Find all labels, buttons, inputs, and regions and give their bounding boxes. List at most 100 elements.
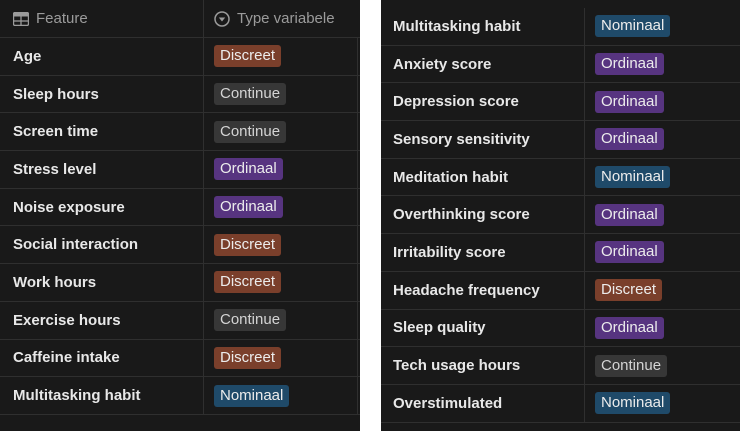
table-header: Feature Type variabele xyxy=(0,0,360,38)
table-row[interactable]: Meditation habit Nominaal xyxy=(381,158,740,197)
table-row[interactable]: Screen time Continue xyxy=(0,113,360,152)
column-divider xyxy=(357,226,358,264)
type-column-label: Type variabele xyxy=(237,10,335,27)
type-tag[interactable]: Ordinaal xyxy=(595,128,664,151)
table-row[interactable]: Stress level Ordinaal xyxy=(0,151,360,189)
feature-cell[interactable]: Overstimulated xyxy=(393,385,502,422)
feature-cell[interactable]: Meditation habit xyxy=(393,159,508,196)
feature-cell[interactable]: Multitasking habit xyxy=(393,8,521,45)
column-divider xyxy=(203,226,204,264)
column-divider xyxy=(357,38,358,75)
type-tag[interactable]: Ordinaal xyxy=(595,90,664,113)
type-tag[interactable]: Discreet xyxy=(214,45,282,68)
column-divider xyxy=(357,264,358,301)
type-tag[interactable]: Continue xyxy=(595,354,668,377)
type-tag[interactable]: Ordinaal xyxy=(214,158,283,181)
column-divider xyxy=(357,188,358,226)
feature-cell[interactable]: Multitasking habit xyxy=(13,377,141,414)
table-row[interactable]: Headache frequency Discreet xyxy=(381,271,740,310)
type-tag[interactable]: Discreet xyxy=(214,271,282,294)
table-body-left: Age Discreet Sleep hours Continue Screen tim… xyxy=(0,38,360,415)
column-divider xyxy=(203,377,204,414)
column-divider xyxy=(584,83,585,121)
column-divider xyxy=(203,339,204,377)
column-divider xyxy=(357,151,358,188)
type-tag[interactable]: Ordinaal xyxy=(595,241,664,264)
feature-cell[interactable]: Tech usage hours xyxy=(393,347,520,384)
feature-cell[interactable]: Sensory sensitivity xyxy=(393,121,530,158)
column-divider xyxy=(357,339,358,377)
type-tag[interactable]: Ordinaal xyxy=(595,53,664,76)
type-tag[interactable]: Discreet xyxy=(214,346,282,369)
column-divider xyxy=(203,0,204,37)
column-divider xyxy=(357,75,358,113)
table-row[interactable]: Overstimulated Nominaal xyxy=(381,384,740,423)
table-row[interactable]: Sleep quality Ordinaal xyxy=(381,309,740,348)
column-divider xyxy=(584,234,585,271)
feature-cell[interactable]: Social interaction xyxy=(13,226,138,263)
feature-column-label: Feature xyxy=(36,10,88,27)
column-divider xyxy=(584,121,585,158)
table-row[interactable]: Multitasking habit Nominaal xyxy=(381,8,740,46)
column-divider xyxy=(203,264,204,301)
select-icon xyxy=(214,10,230,27)
column-divider xyxy=(203,75,204,113)
table-row[interactable]: Anxiety score Ordinaal xyxy=(381,45,740,84)
type-column-header[interactable]: Type variabele xyxy=(214,0,335,37)
type-tag[interactable]: Ordinaal xyxy=(214,196,283,219)
column-divider xyxy=(357,113,358,151)
table-row[interactable]: Social interaction Discreet xyxy=(0,226,360,265)
type-tag[interactable]: Ordinaal xyxy=(595,316,664,339)
type-tag[interactable]: Nominaal xyxy=(214,384,290,407)
table-row[interactable]: Exercise hours Continue xyxy=(0,301,360,340)
table-row[interactable]: Irritability score Ordinaal xyxy=(381,234,740,272)
table-row[interactable]: Work hours Discreet xyxy=(0,264,360,302)
table-icon xyxy=(13,11,29,26)
table-row[interactable]: Sensory sensitivity Ordinaal xyxy=(381,121,740,159)
type-tag[interactable]: Discreet xyxy=(595,279,663,302)
feature-column-header[interactable]: Feature xyxy=(13,0,88,37)
feature-cell[interactable]: Screen time xyxy=(13,113,98,150)
table-row[interactable]: Age Discreet xyxy=(0,38,360,76)
table-row[interactable]: Depression score Ordinaal xyxy=(381,83,740,122)
feature-cell[interactable]: Stress level xyxy=(13,151,96,188)
table-panel-left: Feature Type variabele Age Discreet Sleep … xyxy=(0,0,360,431)
type-tag[interactable]: Continue xyxy=(214,120,287,143)
feature-cell[interactable]: Caffeine intake xyxy=(13,340,120,377)
table-row[interactable]: Tech usage hours Continue xyxy=(381,347,740,385)
feature-cell[interactable]: Noise exposure xyxy=(13,189,125,226)
type-tag[interactable]: Nominaal xyxy=(595,166,671,189)
column-divider xyxy=(584,271,585,309)
table-row[interactable]: Overthinking score Ordinaal xyxy=(381,196,740,235)
type-tag[interactable]: Discreet xyxy=(214,233,282,256)
feature-cell[interactable]: Overthinking score xyxy=(393,196,530,233)
feature-cell[interactable]: Age xyxy=(13,38,41,75)
column-divider xyxy=(584,158,585,196)
column-divider xyxy=(357,301,358,339)
feature-cell[interactable]: Irritability score xyxy=(393,234,506,271)
table-row[interactable]: Noise exposure Ordinaal xyxy=(0,188,360,227)
column-divider xyxy=(584,384,585,422)
type-tag[interactable]: Ordinaal xyxy=(595,203,664,226)
column-divider xyxy=(203,38,204,75)
column-divider xyxy=(203,151,204,188)
feature-cell[interactable]: Depression score xyxy=(393,83,519,120)
feature-cell[interactable]: Exercise hours xyxy=(13,302,121,339)
feature-cell[interactable]: Headache frequency xyxy=(393,272,540,309)
column-divider xyxy=(584,196,585,234)
type-tag[interactable]: Nominaal xyxy=(595,15,671,38)
table-row[interactable]: Multitasking habit Nominaal xyxy=(0,377,360,415)
type-tag[interactable]: Continue xyxy=(214,309,287,332)
column-divider xyxy=(584,45,585,83)
table-row[interactable]: Sleep hours Continue xyxy=(0,75,360,114)
feature-cell[interactable]: Sleep quality xyxy=(393,310,486,347)
feature-cell[interactable]: Sleep hours xyxy=(13,76,99,113)
type-tag[interactable]: Continue xyxy=(214,83,287,106)
table-row[interactable]: Caffeine intake Discreet xyxy=(0,339,360,378)
column-divider xyxy=(584,8,585,45)
table-panel-right: Multitasking habit Nominaal Anxiety score O… xyxy=(381,0,740,431)
feature-cell[interactable]: Work hours xyxy=(13,264,96,301)
feature-cell[interactable]: Anxiety score xyxy=(393,46,491,83)
column-divider xyxy=(203,113,204,151)
type-tag[interactable]: Nominaal xyxy=(595,392,671,415)
